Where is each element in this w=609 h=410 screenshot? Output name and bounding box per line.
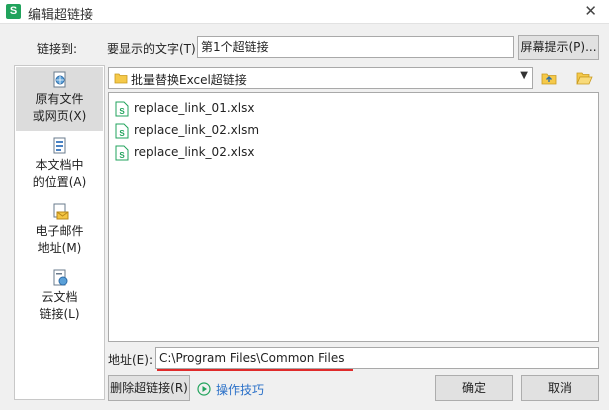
link-to-label: 链接到:	[37, 42, 78, 56]
document-place-icon	[53, 137, 65, 154]
help-tips-link[interactable]: 操作技巧	[216, 381, 264, 398]
svg-text:S: S	[119, 151, 125, 160]
sidebar-item-label: 原有文件 或网页(X)	[32, 92, 87, 123]
browse-folder-icon[interactable]	[576, 70, 593, 86]
title-bar: S 编辑超链接 ✕	[0, 0, 609, 24]
address-highlight-underline	[157, 369, 353, 371]
display-text-input[interactable]: 第1个超链接	[197, 36, 514, 58]
up-folder-icon[interactable]	[541, 70, 557, 86]
spreadsheet-file-icon: S	[115, 123, 129, 139]
file-name: replace_link_01.xlsx	[134, 101, 255, 115]
address-label: 地址(E):	[108, 353, 153, 367]
cloud-doc-icon	[53, 269, 67, 286]
close-icon[interactable]: ✕	[584, 3, 597, 19]
spreadsheet-file-icon: S	[115, 101, 129, 117]
screen-tip-button[interactable]: 屏幕提示(P)...	[518, 35, 599, 60]
sidebar-item-document-place[interactable]: 本文档中 的位置(A)	[16, 133, 103, 197]
file-name: replace_link_02.xlsx	[134, 145, 255, 159]
folder-dropdown[interactable]: 批量替换Excel超链接 ▼	[108, 67, 533, 89]
chevron-down-icon[interactable]: ▼	[520, 70, 528, 81]
sidebar-item-existing-file[interactable]: 原有文件 或网页(X)	[16, 67, 103, 131]
sidebar-item-cloud-doc[interactable]: 云文档 链接(L)	[16, 265, 103, 329]
sidebar-item-label: 电子邮件 地址(M)	[35, 224, 84, 255]
app-logo-icon: S	[6, 4, 21, 19]
globe-file-icon	[53, 71, 65, 88]
spreadsheet-file-icon: S	[115, 145, 129, 161]
remove-link-button[interactable]: 删除超链接(R)	[108, 375, 190, 401]
link-type-sidebar: 原有文件 或网页(X) 本文档中 的位置(A) 电子邮件 地址(M) 云文档 链…	[14, 65, 105, 400]
ok-button[interactable]: 确定	[435, 375, 513, 401]
file-list[interactable]: S replace_link_01.xlsx S replace_link_02…	[108, 92, 599, 342]
display-text-label: 要显示的文字(T):	[107, 42, 200, 56]
sidebar-item-label: 本文档中 的位置(A)	[32, 158, 87, 189]
folder-name: 批量替换Excel超链接	[131, 73, 247, 87]
svg-text:S: S	[119, 129, 125, 138]
window-title: 编辑超链接	[28, 8, 94, 23]
cancel-button[interactable]: 取消	[521, 375, 599, 401]
file-name: replace_link_02.xlsm	[134, 123, 260, 137]
sidebar-item-label: 云文档 链接(L)	[39, 290, 80, 321]
svg-text:S: S	[119, 107, 125, 116]
sidebar-item-email[interactable]: 电子邮件 地址(M)	[16, 199, 103, 263]
address-input[interactable]: C:\Program Files\Common Files	[155, 347, 599, 369]
email-icon	[53, 203, 68, 220]
play-circle-icon[interactable]	[197, 382, 211, 396]
folder-icon	[114, 73, 128, 84]
